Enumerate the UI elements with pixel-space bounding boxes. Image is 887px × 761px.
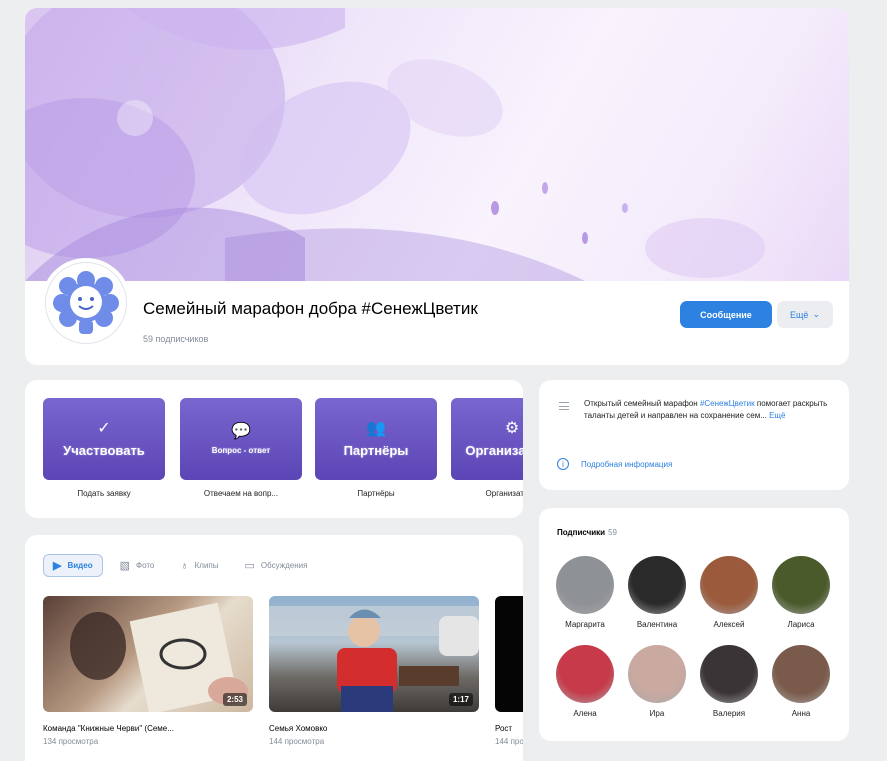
video-views: 144 просмотра <box>269 737 325 746</box>
community-title: Семейный марафон добра #СенежЦветик <box>143 299 478 318</box>
about-more-link[interactable]: Ещё <box>769 411 785 420</box>
clips-icon: ♁ <box>180 559 189 572</box>
tab-clips[interactable]: ♁ Клипы <box>171 554 227 577</box>
info-icon: i <box>557 458 569 470</box>
video-icon: ▶ <box>53 560 62 572</box>
video-title[interactable]: Команда "Книжные Черви" (Семе... <box>43 724 253 733</box>
subscriber-item[interactable]: Валерия <box>699 645 759 718</box>
media-block: ▶ Видео ▧ Фото ♁ Клипы ▭ Обсуждения 2:53… <box>25 535 523 761</box>
video-duration: 2:53 <box>222 693 247 706</box>
action-qa[interactable]: 💬 Вопрос - ответ Отвечаем на вопр... <box>180 398 302 498</box>
action-tile[interactable]: 💬 Вопрос - ответ <box>180 398 302 480</box>
tab-label: Обсуждения <box>260 561 308 570</box>
action-caption: Отвечаем на вопр... <box>203 489 279 498</box>
subscriber-item[interactable]: Маргарита <box>555 556 615 629</box>
video-views: 134 просмотра <box>43 737 99 746</box>
subscriber-item[interactable]: Валентина <box>627 556 687 629</box>
hashtag-link[interactable]: #СенежЦветик <box>700 399 755 408</box>
details-link[interactable]: Подробная информация <box>581 460 672 469</box>
action-label: Вопрос - ответ <box>211 445 271 455</box>
chevron-down-icon: ⌄ <box>812 309 820 319</box>
action-organizers[interactable]: ⚙ Организаторы Организаторы <box>451 398 523 498</box>
video-title[interactable]: Рост <box>495 724 523 733</box>
about-block: Открытый семейный марафон #СенежЦветик п… <box>539 380 849 490</box>
text-lines-icon <box>559 402 569 410</box>
users-icon: 👥 <box>366 419 386 437</box>
gear-icon: ⚙ <box>504 419 520 437</box>
media-tabs: ▶ Видео ▧ Фото ♁ Клипы ▭ Обсуждения <box>43 554 316 577</box>
subscriber-name[interactable]: Ира <box>627 709 687 718</box>
details-row[interactable]: i Подробная информация <box>557 458 672 470</box>
tab-discussions[interactable]: ▭ Обсуждения <box>236 554 317 577</box>
community-header: Семейный марафон добра #СенежЦветик 59 п… <box>25 8 849 365</box>
check-icon: ✓ <box>97 419 111 437</box>
more-button-label: Ещё <box>790 309 809 320</box>
subscribers-block: Подписчики 59 Маргарита Валентина Алексей Ла… <box>539 508 849 741</box>
video-duration: 1:17 <box>448 693 473 706</box>
subscriber-avatar[interactable] <box>628 556 686 614</box>
action-caption: Подать заявку <box>77 489 131 498</box>
subscriber-item[interactable]: Алена <box>555 645 615 718</box>
subscriber-name[interactable]: Маргарита <box>555 620 615 629</box>
subscribers-title: Подписчики <box>557 528 606 537</box>
subscriber-avatar[interactable] <box>628 645 686 703</box>
action-partners[interactable]: 👥 Партнёры Партнёры <box>315 398 437 498</box>
video-card[interactable]: 2:53 Команда "Книжные Черви" (Семе... 13… <box>43 596 253 746</box>
video-card[interactable]: Рост 144 просм <box>495 596 523 746</box>
tab-video[interactable]: ▶ Видео <box>43 554 103 577</box>
action-label: Организаторы <box>465 442 523 458</box>
action-buttons-block: ✓ Участвовать Подать заявку 💬 Вопрос - о… <box>25 380 523 518</box>
action-tile[interactable]: ⚙ Организаторы <box>451 398 523 480</box>
about-text-start: Открытый семейный марафон <box>584 399 700 408</box>
subscriber-avatar[interactable] <box>772 556 830 614</box>
community-page: Семейный марафон добра #СенежЦветик 59 п… <box>0 0 887 761</box>
subscriber-item[interactable]: Алексей <box>699 556 759 629</box>
action-caption: Партнёры <box>357 489 395 498</box>
action-label: Партнёры <box>343 442 409 458</box>
subscriber-name[interactable]: Анна <box>771 709 831 718</box>
chat-icon: 💬 <box>231 422 251 440</box>
subscriber-name[interactable]: Алексей <box>699 620 759 629</box>
photo-icon: ▧ <box>119 560 130 572</box>
flower-mascot-logo <box>45 262 127 344</box>
subscriber-item[interactable]: Ира <box>627 645 687 718</box>
subscriber-name[interactable]: Лариса <box>771 620 831 629</box>
video-thumbnail[interactable]: 2:53 <box>43 596 253 712</box>
video-thumbnail[interactable]: 1:17 <box>269 596 479 712</box>
subscribers-header[interactable]: Подписчики 59 <box>557 528 617 537</box>
more-button[interactable]: Ещё ⌄ <box>777 301 833 328</box>
subscriber-name[interactable]: Валерия <box>699 709 759 718</box>
subscriber-avatar[interactable] <box>556 556 614 614</box>
action-label: Участвовать <box>63 442 145 458</box>
video-title[interactable]: Семья Хомовко <box>269 724 479 733</box>
subscriber-name[interactable]: Алена <box>555 709 615 718</box>
action-participate[interactable]: ✓ Участвовать Подать заявку <box>43 398 165 498</box>
message-button[interactable]: Сообщение <box>680 301 772 328</box>
tab-photo[interactable]: ▧ Фото <box>111 554 164 577</box>
discussion-icon: ▭ <box>244 560 255 572</box>
tab-label: Видео <box>67 561 93 570</box>
action-tile[interactable]: ✓ Участвовать <box>43 398 165 480</box>
subscribers-number: 59 <box>608 528 617 537</box>
video-thumbnail[interactable] <box>495 596 523 712</box>
subscriber-item[interactable]: Анна <box>771 645 831 718</box>
action-caption: Организаторы <box>485 489 523 498</box>
subscriber-avatar[interactable] <box>556 645 614 703</box>
subscriber-avatar[interactable] <box>772 645 830 703</box>
subscriber-name[interactable]: Валентина <box>627 620 687 629</box>
subscriber-avatar[interactable] <box>700 645 758 703</box>
tab-label: Клипы <box>194 561 219 570</box>
cover-image <box>25 8 849 281</box>
tab-label: Фото <box>135 561 155 570</box>
video-card[interactable]: 1:17 Семья Хомовко 144 просмотра <box>269 596 479 746</box>
community-avatar[interactable] <box>41 258 131 348</box>
subscriber-item[interactable]: Лариса <box>771 556 831 629</box>
subscriber-avatar[interactable] <box>700 556 758 614</box>
video-views: 144 просм <box>495 737 523 746</box>
action-tile[interactable]: 👥 Партнёры <box>315 398 437 480</box>
about-description: Открытый семейный марафон #СенежЦветик п… <box>584 398 839 422</box>
subscribers-count[interactable]: 59 подписчиков <box>143 334 208 344</box>
